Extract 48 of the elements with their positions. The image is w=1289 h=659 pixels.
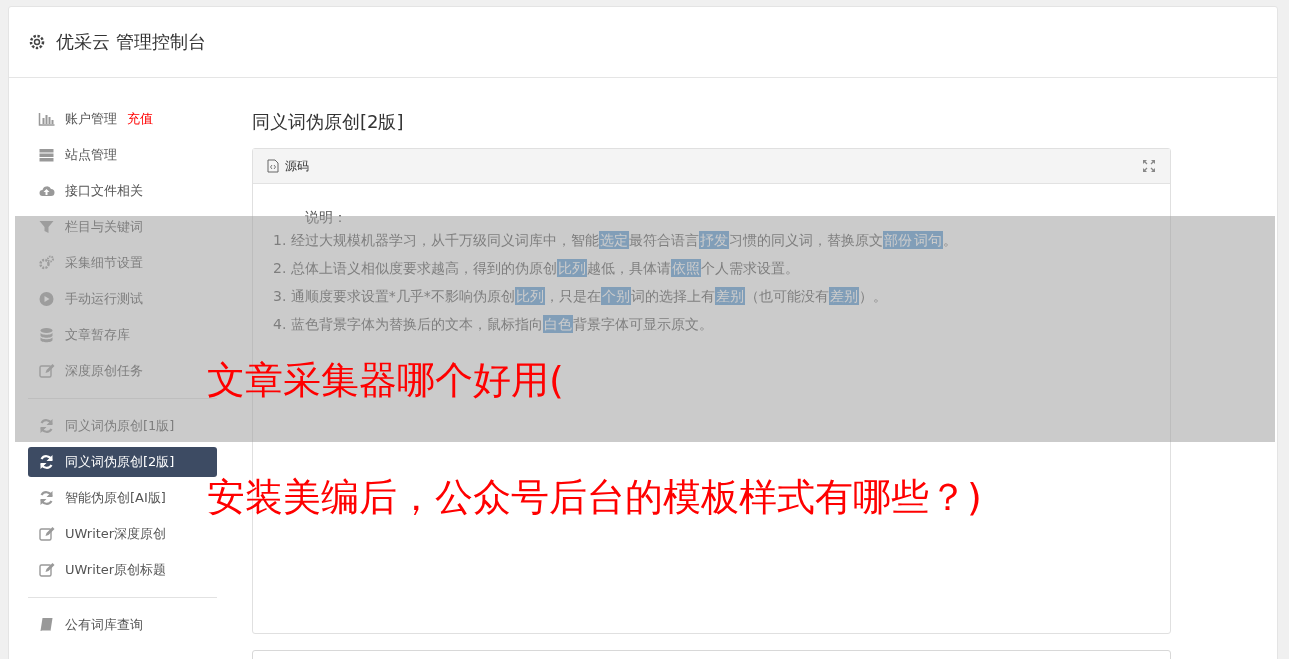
item-label: 智能伪原创[AI版]: [65, 489, 166, 507]
item-label: 手动运行测试: [65, 290, 143, 308]
sidebar-item[interactable]: UWriter原创标题: [28, 555, 217, 585]
item-label: 接口文件相关: [65, 182, 143, 200]
server-icon: [38, 147, 55, 163]
database-icon: [38, 327, 55, 343]
sidebar-item[interactable]: 同义词伪原创[2版]: [28, 447, 217, 477]
item-label: UWriter原创标题: [65, 561, 167, 579]
overlay-title: 安装美编后，公众号后台的模板样式有哪些？): [207, 475, 982, 519]
chart-icon: [38, 111, 55, 127]
file-code-icon: [267, 159, 279, 173]
item-label: 同义词伪原创[1版]: [65, 417, 175, 435]
intro-text: 说明：: [304, 208, 348, 226]
refresh-icon: [38, 418, 55, 434]
item-label: 站点管理: [65, 146, 117, 164]
fullscreen-icon[interactable]: [1142, 159, 1156, 173]
item-label: 深度原创任务: [65, 362, 143, 380]
item-label: 文章暂存库: [65, 326, 130, 344]
recharge-link[interactable]: 充值: [127, 110, 153, 128]
note-line: 1. 经过大规模机器学习，从千万级同义词库中，智能选定最符合语言抒发习惯的同义词，替换原文部份词句。: [273, 230, 958, 251]
sidebar-item[interactable]: 账户管理 充值: [28, 104, 217, 134]
refresh-icon: [38, 454, 55, 470]
book-icon: [38, 617, 55, 633]
overlay-title: 文章采集器哪个好用(: [207, 358, 564, 402]
item-label: 栏目与关键词: [65, 218, 143, 236]
item-label: 账户管理: [65, 110, 117, 128]
refresh-icon: [38, 490, 55, 506]
play-icon: [38, 291, 55, 307]
source-tab[interactable]: 源码: [285, 157, 309, 175]
filter-icon: [38, 219, 55, 235]
item-label: UWriter深度原创: [65, 525, 167, 543]
item-label: 公有词库查询: [65, 616, 143, 634]
sidebar-item[interactable]: UWriter深度原创: [28, 519, 217, 549]
settings-icon: [28, 33, 46, 51]
cloud-icon: [38, 183, 55, 199]
item-label: 同义词伪原创[2版]: [65, 453, 175, 471]
app-title: 优采云 管理控制台: [56, 30, 206, 54]
item-label: 采集细节设置: [65, 254, 143, 272]
note-line: 3. 通顺度要求设置*几乎*不影响伪原创 比列，只是在个别词的选择上有差别（也可能没有差别）。: [273, 286, 888, 307]
note-line: 4. 蓝色背景字体为替换后的文本，鼠标指向 白色背景字体可显示原文。: [273, 314, 714, 335]
page-title: 同义词伪原创[2版]: [252, 110, 405, 134]
edit-icon: [38, 562, 55, 578]
edit-icon: [38, 526, 55, 542]
note-line: 2. 总体上语义相似度要求越高，得到的伪原创 比列越低，具体请依照个人需求设置。: [273, 258, 800, 279]
sidebar-item[interactable]: 站点管理: [28, 140, 217, 170]
edit-icon: [38, 363, 55, 379]
sidebar-item[interactable]: 公有词库查询: [28, 610, 217, 640]
sidebar-item[interactable]: 接口文件相关: [28, 176, 217, 206]
